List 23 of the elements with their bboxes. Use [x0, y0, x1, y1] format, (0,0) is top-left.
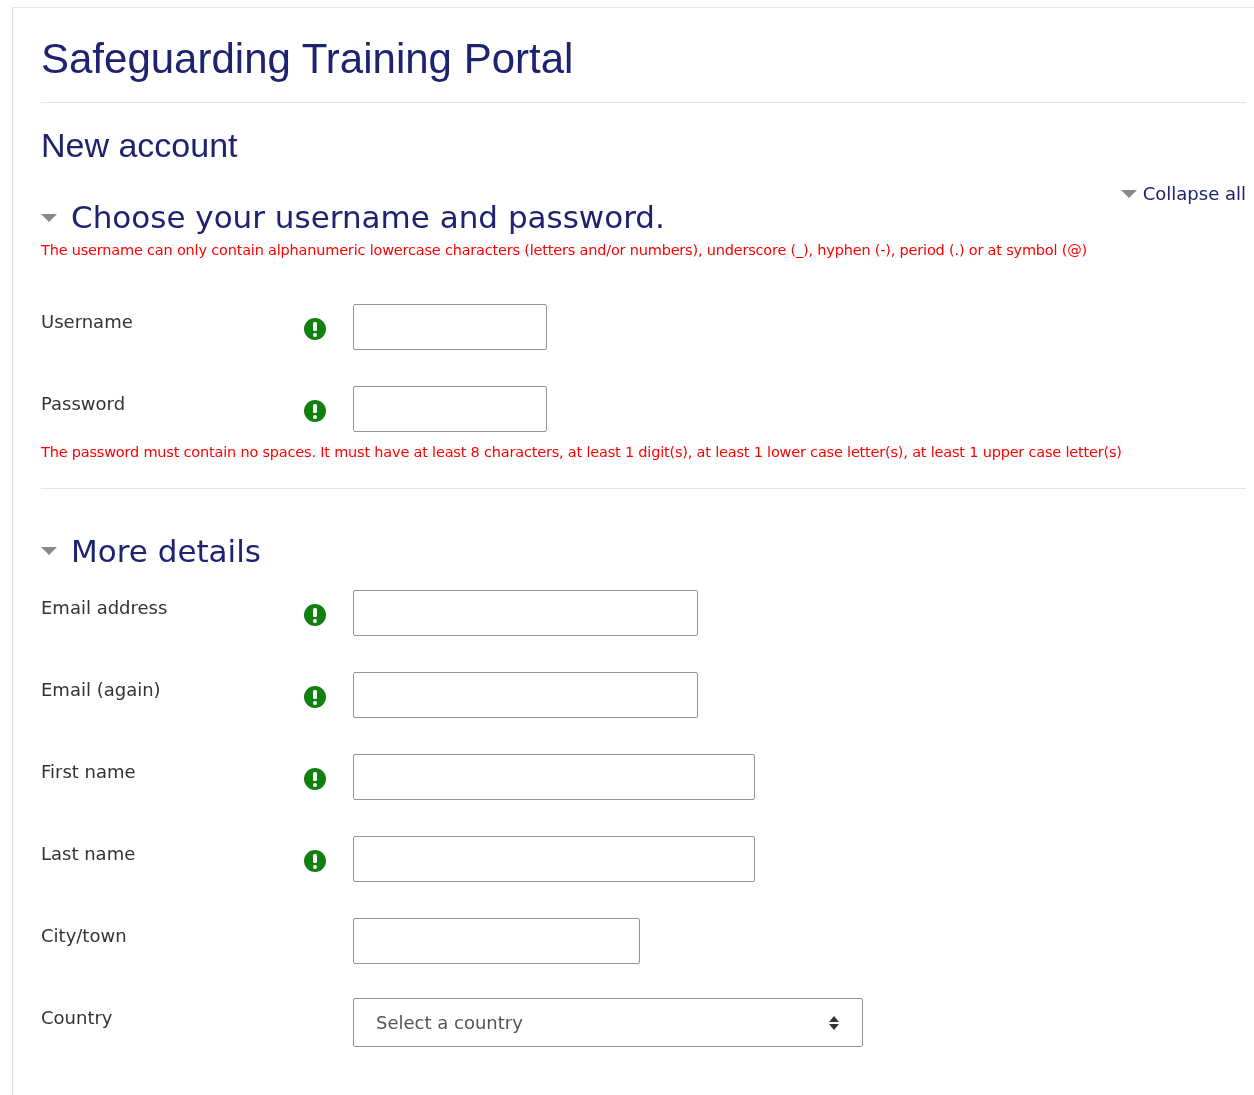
- field-label: Email address: [41, 596, 169, 621]
- field-label: Username: [41, 310, 134, 335]
- input-field[interactable]: [353, 918, 640, 965]
- page-heading: New account: [41, 125, 239, 167]
- section-toggle[interactable]: More details: [41, 532, 1246, 571]
- input-field[interactable]: [353, 304, 547, 351]
- field-label: Email (again): [41, 678, 162, 703]
- field-label: Password: [41, 392, 127, 417]
- help-text: The username can only contain alphanumeric lowercase characters (letters and/or numbers), underscore (_), hyphen (-), period (.) or at symbol (@): [41, 241, 1088, 261]
- field-label: Country: [41, 1006, 114, 1031]
- input-field[interactable]: [353, 386, 547, 433]
- input-field[interactable]: [353, 836, 755, 883]
- input-field[interactable]: [353, 672, 698, 719]
- input-field[interactable]: [353, 590, 698, 637]
- field-label: First name: [41, 760, 137, 785]
- input-field[interactable]: [353, 754, 755, 801]
- site-title: Safeguarding Training Portal: [41, 8, 1246, 104]
- sort-arrows-icon: [828, 1014, 840, 1031]
- help-text: The password must contain no spaces. It must have at least 8 characters, at least 1 digit(s), at least 1 lower case letter(s), at least 1 upper case letter(s): [41, 443, 1123, 463]
- country-select[interactable]: Select a country: [353, 998, 863, 1048]
- field-label: City/town: [41, 924, 128, 949]
- collapse-all-link[interactable]: Collapse all: [1120, 180, 1246, 208]
- field-label: Last name: [41, 842, 137, 867]
